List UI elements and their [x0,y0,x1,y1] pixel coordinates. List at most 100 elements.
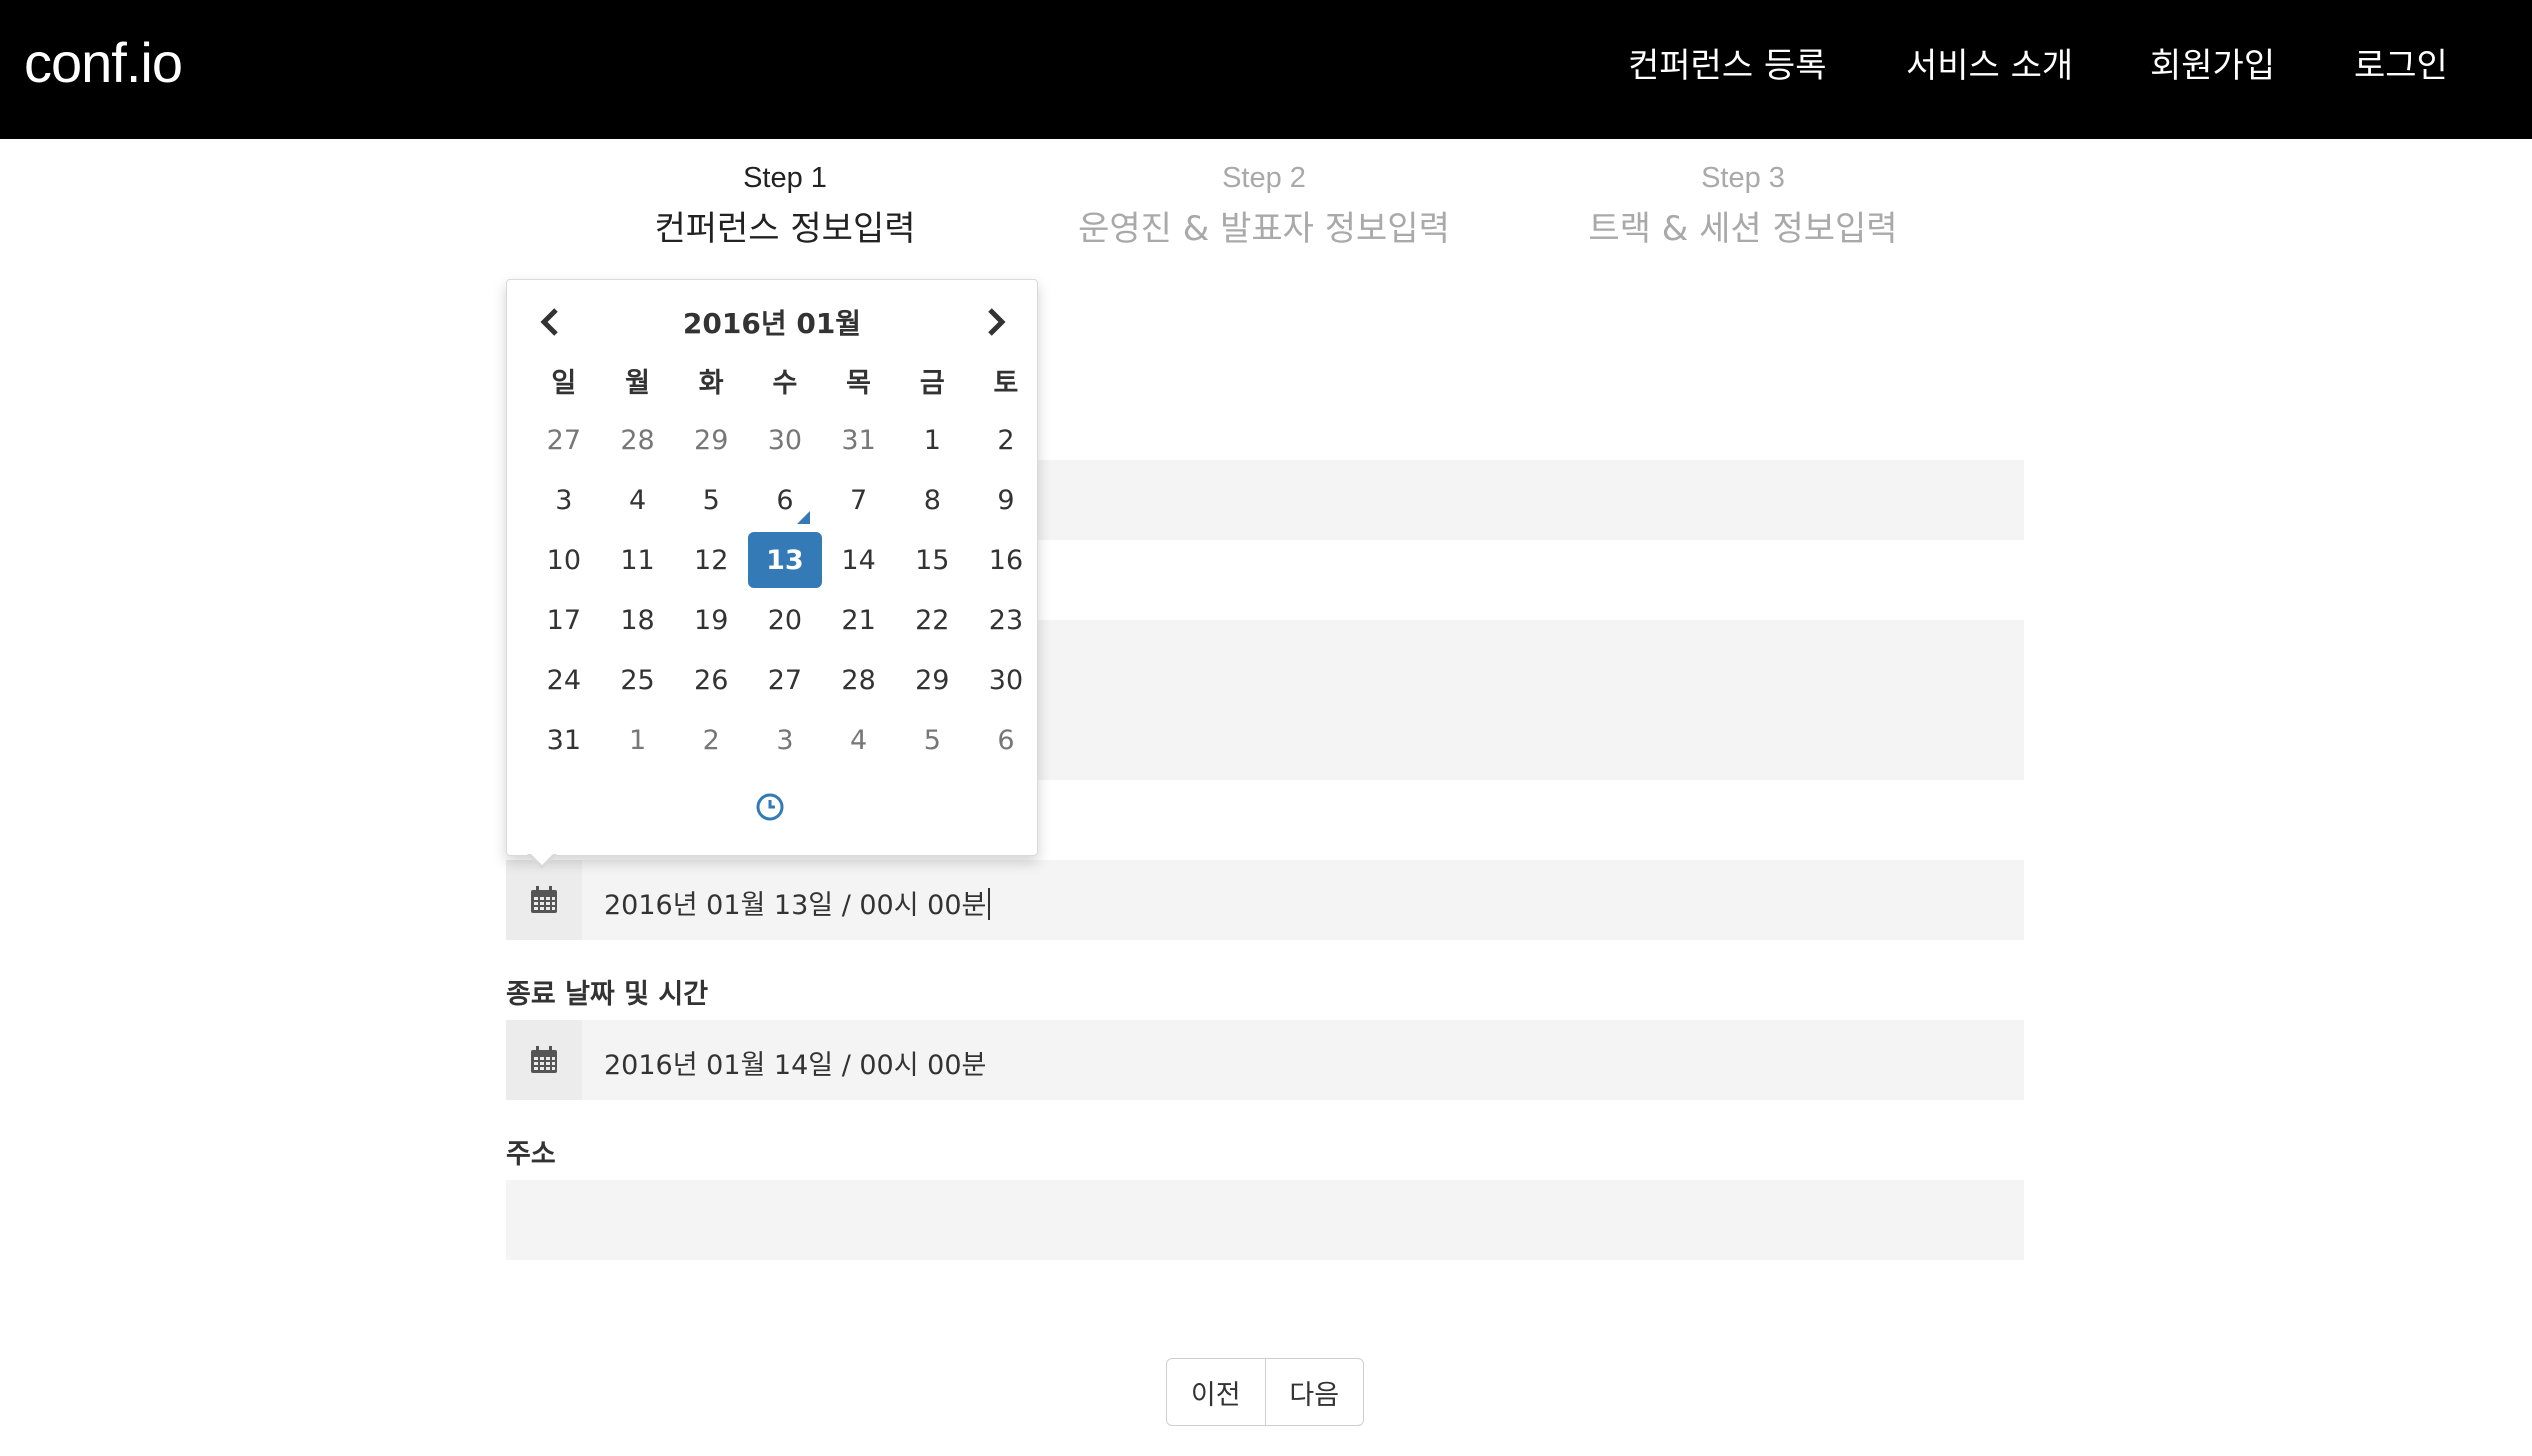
calendar-day-number: 24 [546,664,582,696]
time-picker-toggle[interactable] [755,792,785,822]
calendar-day-number: 28 [620,424,655,456]
prev-month-button[interactable] [531,302,571,342]
calendar-day-number: 22 [915,604,950,636]
calendar-day[interactable]: 21 [822,590,896,650]
calendar-day[interactable]: 2 [969,410,1043,470]
calendar-day[interactable]: 19 [674,590,748,650]
calendar-day[interactable]: 14 [822,530,896,590]
calendar-day-number: 6 [997,724,1015,756]
calendar-day[interactable]: 23 [969,590,1043,650]
calendar-day[interactable]: 18 [601,590,675,650]
calendar-icon [531,886,557,913]
calendar-day[interactable]: 12 [674,530,748,590]
next-button[interactable]: 다음 [1264,1359,1364,1425]
start-datetime-field[interactable]: 2016년 01월 13일 / 00시 00분 [506,860,2024,940]
step-1-title: 컨퍼런스 정보입력 [654,209,916,249]
chevron-left-icon [540,308,558,336]
step-3-title: 트랙 & 세션 정보입력 [1588,209,1898,249]
calendar-day[interactable]: 25 [601,650,675,710]
weekday-header: 토 [993,367,1019,399]
calendar-day-number: 21 [841,604,876,636]
step-3-number: Step 3 [1701,162,1785,194]
next-month-day[interactable]: 3 [748,710,822,770]
nav-service-intro[interactable]: 서비스 소개 [1906,38,2073,87]
prev-month-day[interactable]: 31 [822,410,896,470]
calendar-day-number: 8 [923,484,941,516]
step-2-title: 운영진 & 발표자 정보입력 [1078,209,1450,249]
datepicker-day-grid: 일 월 화 수 목 금 토 27 28 29 30 31 1 2 3 4 5 6 7 8 9 10 11 12 13 14 15 16… [527,350,1043,770]
calendar-day[interactable]: 4 [601,470,675,530]
nav-login[interactable]: 로그인 [2354,38,2448,87]
calendar-day[interactable]: 8 [895,470,969,530]
calendar-day-number: 30 [767,424,803,456]
calendar-day-number: 27 [546,424,582,456]
calendar-day-number: 13 [748,532,822,588]
calendar-day[interactable]: 1 [895,410,969,470]
prev-month-day[interactable]: 28 [601,410,675,470]
calendar-day[interactable]: 22 [895,590,969,650]
next-month-day[interactable]: 1 [601,710,675,770]
nav-conference-register[interactable]: 컨퍼런스 등록 [1628,38,1827,87]
prev-month-day[interactable]: 29 [674,410,748,470]
prev-month-day[interactable]: 27 [527,410,601,470]
nav-signup[interactable]: 회원가입 [2150,38,2275,87]
step-2: Step 2 운영진 & 발표자 정보입력 [1024,162,1504,250]
address-label: 주소 [506,1139,556,1170]
calendar-day[interactable]: 15 [895,530,969,590]
calendar-day[interactable]: 16 [969,530,1043,590]
wizard-button-group: 이전 다음 [1166,1358,1364,1426]
prev-button[interactable]: 이전 [1167,1359,1265,1425]
calendar-day[interactable]: 3 [527,470,601,530]
prev-month-day[interactable]: 30 [748,410,822,470]
next-month-day[interactable]: 4 [822,710,896,770]
calendar-day[interactable]: 31 [527,710,601,770]
end-datetime-field[interactable]: 2016년 01월 14일 / 00시 00분 [506,1020,2024,1100]
calendar-day[interactable]: 24 [527,650,601,710]
calendar-day-number: 7 [850,484,868,516]
calendar-day[interactable]: 6 [748,470,822,530]
calendar-day[interactable]: 17 [527,590,601,650]
calendar-day-number: 12 [694,544,729,576]
datepicker-popup: 2016년 01월 일 월 화 수 목 금 토 27 28 29 30 31 1 2 3 4 5 6 7 8 9 10 11… [506,279,1038,869]
calendar-day-number: 3 [555,484,573,516]
calendar-day[interactable]: 9 [969,470,1043,530]
calendar-day[interactable]: 20 [748,590,822,650]
calendar-day-number: 27 [767,664,803,696]
datepicker-month-title[interactable]: 2016년 01월 [617,302,927,342]
calendar-day[interactable]: 11 [601,530,675,590]
calendar-day-number: 15 [915,544,950,576]
clock-icon [756,793,784,821]
calendar-day-selected[interactable]: 13 [748,530,822,590]
step-1: Step 1 컨퍼런스 정보입력 [545,162,1025,250]
calendar-day[interactable]: 10 [527,530,601,590]
next-month-button[interactable] [975,302,1015,342]
calendar-day[interactable]: 27 [748,650,822,710]
calendar-day[interactable]: 7 [822,470,896,530]
next-month-day[interactable]: 5 [895,710,969,770]
calendar-day-number: 11 [620,544,655,576]
start-calendar-addon[interactable] [506,860,582,940]
calendar-day-number: 29 [915,664,950,696]
calendar-day[interactable]: 29 [895,650,969,710]
address-input[interactable] [506,1180,2024,1260]
next-month-day[interactable]: 6 [969,710,1043,770]
calendar-day-number: 3 [776,724,794,756]
calendar-day-number: 14 [841,544,876,576]
calendar-day[interactable]: 26 [674,650,748,710]
calendar-day[interactable]: 28 [822,650,896,710]
next-month-day[interactable]: 2 [674,710,748,770]
brand-logo[interactable]: conf.io [24,30,183,95]
calendar-day[interactable]: 5 [674,470,748,530]
end-datetime-value[interactable]: 2016년 01월 14일 / 00시 00분 [604,1043,986,1082]
end-calendar-addon[interactable] [506,1020,582,1100]
calendar-day-number: 10 [546,544,582,576]
calendar-day-number: 4 [850,724,868,756]
calendar-day-number: 19 [694,604,729,636]
top-navbar: conf.io 컨퍼런스 등록 서비스 소개 회원가입 로그인 [0,0,2532,139]
calendar-day-number: 28 [841,664,876,696]
weekday-header: 월 [625,367,650,399]
calendar-day[interactable]: 30 [969,650,1043,710]
calendar-day-number: 1 [628,724,647,756]
start-datetime-input[interactable]: 2016년 01월 13일 / 00시 00분 [604,883,991,922]
start-datetime-value: 2016년 01월 13일 / 00시 00분 [604,890,987,921]
